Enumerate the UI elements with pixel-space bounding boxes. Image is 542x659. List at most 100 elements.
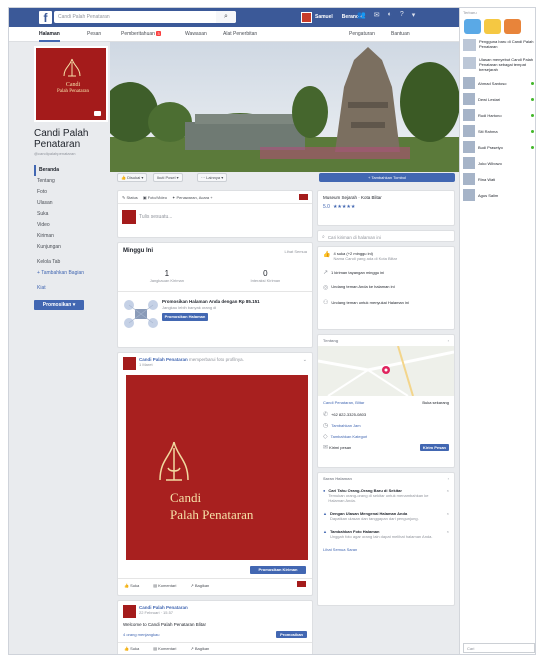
add-button-cta[interactable]: + Tambahkan Tombol — [319, 173, 455, 182]
person-icon: ⚇ — [323, 300, 329, 306]
map-add-category[interactable]: Tambahkan Kategori — [331, 434, 368, 439]
chat-news-item[interactable]: Ulasan menyebut Candi Palah Penataran se… — [460, 54, 535, 75]
rating-stars[interactable]: ★★★★★ — [333, 204, 355, 210]
review-icon: ▲ — [323, 511, 327, 516]
manage-tabs-link[interactable]: Kelola Tab — [34, 257, 110, 268]
avatar — [463, 173, 475, 185]
profile-link[interactable]: Samuel Beranda — [301, 11, 362, 23]
chevron-down-icon[interactable]: ▾ — [412, 11, 416, 19]
camera-icon[interactable] — [94, 111, 101, 116]
left-nav-kunjungan[interactable]: Kunjungan — [34, 242, 110, 253]
page-title: Candi Palah Penataran — [34, 128, 89, 150]
chat-contact[interactable]: Siti Rahma — [460, 123, 535, 139]
tab-pemberitahuan[interactable]: Pemberitahuan 3 — [121, 31, 161, 37]
chat-news-item[interactable]: Pengguna baru di Candi Palah Penataran — [460, 36, 535, 54]
post2-comment-button[interactable]: ▤ Komentari — [153, 646, 176, 651]
left-nav-tentang[interactable]: Tentang — [34, 176, 110, 187]
map-add-hours[interactable]: Tambahkan Jam — [331, 423, 360, 428]
post-avatar[interactable] — [123, 357, 136, 370]
send-message-button[interactable]: Kirim Pesan — [419, 444, 449, 451]
profile-picture[interactable]: Candi Palah Penataran — [34, 46, 108, 122]
sticker-icon[interactable] — [484, 19, 501, 34]
chat-contact[interactable]: Joko Wibowo — [460, 155, 535, 171]
sticker-icon[interactable] — [464, 19, 481, 34]
facebook-logo-icon[interactable]: f — [39, 11, 52, 25]
tab-wawasan[interactable]: Wawasan — [185, 31, 207, 37]
post2-reach[interactable]: 4 orang menjangkau — [123, 632, 159, 637]
search-input[interactable]: Candi Palah Penataran — [54, 11, 236, 23]
tab-bantuan[interactable]: Bantuan — [391, 31, 410, 37]
page-search[interactable]: ⌕ Cari kiriman di halaman ini — [317, 230, 455, 242]
chevron-right-icon[interactable]: › — [448, 338, 449, 343]
chat-search-input[interactable]: Cari — [463, 643, 535, 653]
sticker-icon[interactable] — [504, 19, 521, 34]
map-address[interactable]: Candi Penataran, Blitar — [323, 400, 364, 405]
chevron-right-icon[interactable]: › — [448, 476, 449, 481]
post-options-icon[interactable]: ⌄ — [303, 357, 307, 363]
see-all-link[interactable]: Lihat Semua — [285, 249, 307, 254]
post2-boost-button[interactable]: Promosikan — [276, 631, 307, 638]
post2-avatar[interactable] — [123, 605, 136, 618]
chat-contact[interactable]: Budi Prasetyo — [460, 139, 535, 155]
fact-invite[interactable]: Undang teman Anda ke halaman ini — [331, 284, 394, 289]
follow-button[interactable]: Ikuti Posel ▾ — [153, 173, 183, 182]
close-icon[interactable]: × — [447, 488, 449, 493]
page-handle[interactable]: @candipalahpenataran — [34, 151, 110, 156]
chat-contact[interactable]: Dewi Lestari — [460, 91, 535, 107]
friend-requests-icon[interactable]: 👥 — [357, 11, 366, 19]
composer-tab-photo[interactable]: ▣ Foto/Video — [143, 195, 167, 200]
see-all-suggestions-link[interactable]: Lihat Semua Saran — [318, 543, 454, 556]
liked-button[interactable]: 👍 Disukai ▾ — [117, 173, 148, 182]
events-link[interactable]: Kiat — [34, 283, 110, 294]
composer-avatar — [299, 194, 308, 200]
left-nav-kiriman[interactable]: Kiriman — [34, 231, 110, 242]
notif-badge: 3 — [156, 31, 161, 36]
post2-share-button[interactable]: ↗ Bagikan — [190, 646, 209, 651]
promote-button[interactable]: Promosikan ▾ — [34, 300, 84, 310]
tab-alat-penerbitan[interactable]: Alat Penerbitan — [223, 31, 257, 37]
left-nav-suka[interactable]: Suka — [34, 209, 110, 220]
more-button[interactable]: ··· Lainnya ▾ — [197, 173, 228, 182]
cover-photo[interactable] — [110, 42, 459, 172]
post2-like-button[interactable]: 👍 Suka — [124, 646, 139, 651]
search-icon[interactable]: ⌕ — [216, 11, 236, 23]
left-nav-foto[interactable]: Foto — [34, 187, 110, 198]
comment-button[interactable]: ▤ Komentari — [153, 583, 176, 588]
tab-pengaturan[interactable]: Pengaturan — [349, 31, 375, 37]
chat-contact[interactable]: Rudi Hartono — [460, 107, 535, 123]
notifications-icon[interactable]: ◐ — [388, 11, 392, 19]
close-icon[interactable]: × — [447, 529, 449, 534]
add-section-link[interactable]: + Tambahkan Bagian — [34, 268, 110, 279]
messages-icon[interactable]: ✉ — [374, 11, 380, 19]
chat-contact[interactable]: Ahmad Santoso — [460, 75, 535, 91]
map-phone[interactable]: +62 822-3325-0803 — [331, 412, 366, 417]
post-image[interactable]: Candi Palah Penataran — [126, 375, 308, 560]
map-image[interactable] — [318, 346, 454, 396]
composer-input[interactable]: Tulis sesuatu... — [139, 214, 172, 220]
globe-icon: ◎ — [323, 285, 329, 291]
left-nav-ulasan[interactable]: Ulasan — [34, 198, 110, 209]
left-nav-video[interactable]: Video — [34, 220, 110, 231]
comment-label: Komentari — [158, 583, 177, 588]
composer-tab-status[interactable]: ✎ Status — [122, 195, 138, 200]
fact-invite-friends[interactable]: Undang teman untuk menyukai Halaman ini — [331, 300, 409, 305]
close-icon[interactable]: × — [447, 511, 449, 516]
tab-halaman[interactable]: Halaman — [39, 31, 60, 42]
share-button[interactable]: ↗ Bagikan — [190, 583, 209, 588]
left-nav-beranda[interactable]: Beranda — [34, 165, 110, 176]
post2-time[interactable]: 22 Februari · 15.57 — [139, 610, 307, 615]
chat-contact[interactable]: Agus Salim — [460, 187, 535, 203]
avatar — [463, 77, 475, 89]
page-search-input[interactable]: Cari kiriman di halaman ini — [328, 235, 381, 240]
composer-tab-offer[interactable]: ✦ Penawaran, Acara + — [172, 195, 213, 200]
boost-post-button[interactable]: Promosikan Kiriman — [250, 566, 306, 574]
promo-page-button[interactable]: Promosikan Halaman — [162, 313, 208, 321]
chat-contact[interactable]: Rina Wati — [460, 171, 535, 187]
suggestions-title: Saran Halaman — [323, 476, 352, 481]
tab-pesan[interactable]: Pesan — [87, 31, 101, 37]
like-button[interactable]: 👍 Suka — [124, 583, 139, 588]
week-divider — [118, 291, 312, 292]
post-time[interactable]: 1 Maret — [139, 362, 300, 367]
help-icon[interactable]: ? — [400, 11, 404, 19]
online-indicator-icon — [531, 97, 534, 101]
